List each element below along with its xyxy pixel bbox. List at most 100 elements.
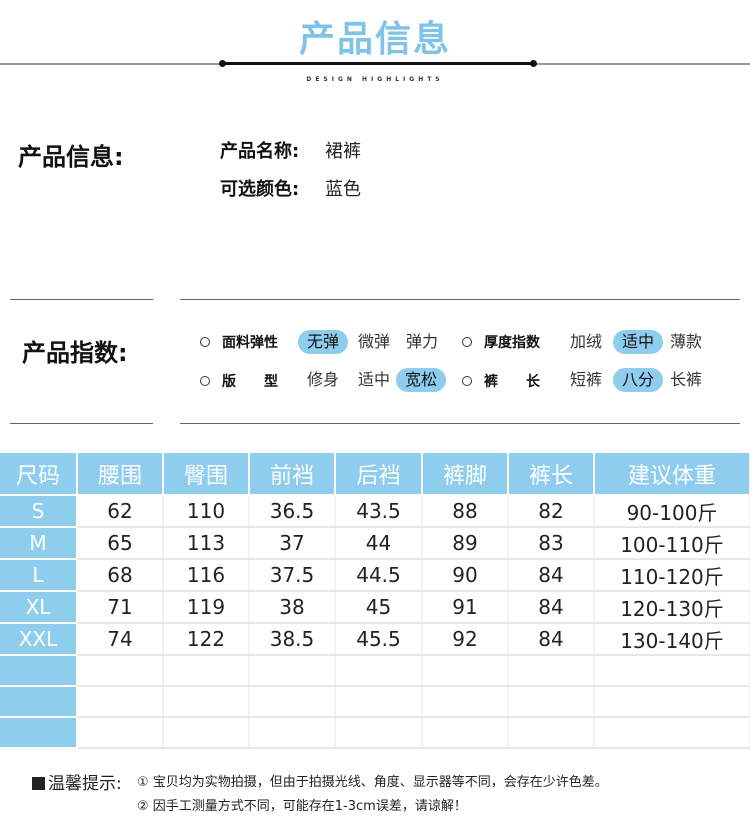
table-header: 建议体重 bbox=[594, 453, 750, 496]
empty-cell bbox=[335, 717, 423, 749]
accent-dot-left bbox=[219, 60, 226, 67]
bullet-icon bbox=[200, 337, 210, 347]
divider-top-right bbox=[180, 299, 740, 300]
empty-cell bbox=[422, 717, 509, 749]
table-cell: 84 bbox=[508, 623, 595, 656]
table-cell: 71 bbox=[77, 591, 164, 624]
empty-cell bbox=[163, 655, 250, 687]
table-cell: 119 bbox=[163, 591, 250, 624]
table-cell: 84 bbox=[508, 591, 595, 624]
bullet-icon bbox=[200, 376, 210, 386]
empty-cell bbox=[508, 717, 595, 749]
table-cell: 68 bbox=[77, 559, 164, 592]
table-cell: 74 bbox=[77, 623, 164, 656]
thickness-option: 适中 bbox=[613, 330, 663, 354]
fabric-elasticity-label: 面料弹性 bbox=[222, 335, 278, 351]
table-cell: 36.5 bbox=[249, 495, 336, 528]
table-header: 后裆 bbox=[335, 453, 423, 496]
table-cell: 45.5 bbox=[335, 623, 423, 656]
pant-length-option: 八分 bbox=[613, 368, 663, 392]
empty-cell bbox=[249, 717, 336, 749]
table-cell: 37.5 bbox=[249, 559, 336, 592]
empty-cell bbox=[594, 717, 750, 749]
empty-cell bbox=[249, 655, 336, 687]
table-cell: 38.5 bbox=[249, 623, 336, 656]
table-header: 臀围 bbox=[163, 453, 250, 496]
pant-length-option: 短裤 bbox=[569, 370, 602, 389]
empty-cell bbox=[335, 655, 423, 687]
empty-table-row bbox=[0, 686, 750, 718]
table-cell: 82 bbox=[508, 495, 595, 528]
fit-label: 版 型 bbox=[222, 374, 278, 390]
divider-bottom-right bbox=[180, 423, 740, 424]
table-cell: 120-130斤 bbox=[594, 591, 750, 624]
table-row: XXL 74 122 38.5 45.5 92 84 130-140斤 bbox=[0, 623, 750, 656]
product-name-value: 裙裤 bbox=[325, 141, 361, 162]
fabric-elasticity-option: 弹力 bbox=[405, 332, 438, 351]
divider-bottom-left bbox=[10, 423, 153, 424]
thickness-option: 薄款 bbox=[669, 332, 702, 351]
table-cell: 130-140斤 bbox=[594, 623, 750, 656]
table-header: 前裆 bbox=[249, 453, 336, 496]
table-row: S 62 110 36.5 43.5 88 82 90-100斤 bbox=[0, 495, 750, 528]
table-cell: 89 bbox=[422, 527, 509, 560]
empty-cell bbox=[594, 686, 750, 718]
table-cell: 116 bbox=[163, 559, 250, 592]
page-subtitle: DESIGN HIGHLIGHTS bbox=[306, 76, 444, 83]
tip-line: ② 因手工测量方式不同，可能存在1-3cm误差，请谅解！ bbox=[137, 799, 467, 814]
table-cell: 38 bbox=[249, 591, 336, 624]
table-cell: 44 bbox=[335, 527, 423, 560]
empty-cell bbox=[594, 655, 750, 687]
bullet-icon bbox=[462, 337, 472, 347]
table-cell: 37 bbox=[249, 527, 336, 560]
empty-size-cell bbox=[0, 686, 78, 718]
size-cell: XL bbox=[0, 591, 78, 624]
tip-line: ① 宝贝均为实物拍摄，但由于拍摄光线、角度、显示器等不同，会存在少许色差。 bbox=[137, 775, 608, 790]
empty-cell bbox=[77, 717, 164, 749]
tips-label: 温馨提示: bbox=[48, 774, 122, 794]
header-accent-rule bbox=[222, 62, 534, 65]
pant-length-label: 裤 长 bbox=[484, 374, 540, 390]
empty-cell bbox=[508, 686, 595, 718]
table-cell: 92 bbox=[422, 623, 509, 656]
pant-length-option: 长裤 bbox=[669, 370, 702, 389]
table-cell: 91 bbox=[422, 591, 509, 624]
color-label: 可选颜色: bbox=[220, 179, 300, 200]
table-cell: 44.5 bbox=[335, 559, 423, 592]
empty-size-cell bbox=[0, 655, 78, 687]
empty-cell bbox=[422, 655, 509, 687]
table-cell: 90-100斤 bbox=[594, 495, 750, 528]
product-name-label: 产品名称: bbox=[220, 141, 300, 162]
empty-cell bbox=[508, 655, 595, 687]
square-icon bbox=[32, 777, 45, 790]
table-cell: 88 bbox=[422, 495, 509, 528]
table-cell: 122 bbox=[163, 623, 250, 656]
divider-top-left bbox=[10, 299, 153, 300]
fit-option: 宽松 bbox=[396, 368, 446, 392]
accent-dot-right bbox=[530, 60, 537, 67]
fabric-elasticity-option: 无弹 bbox=[298, 330, 348, 354]
table-cell: 84 bbox=[508, 559, 595, 592]
fit-option: 修身 bbox=[306, 370, 339, 389]
product-index-heading: 产品指数: bbox=[22, 339, 128, 367]
size-cell: L bbox=[0, 559, 78, 592]
table-cell: 110-120斤 bbox=[594, 559, 750, 592]
table-cell: 113 bbox=[163, 527, 250, 560]
fit-option: 适中 bbox=[357, 370, 390, 389]
empty-cell bbox=[422, 686, 509, 718]
table-cell: 43.5 bbox=[335, 495, 423, 528]
table-cell: 83 bbox=[508, 527, 595, 560]
empty-table-row bbox=[0, 717, 750, 749]
color-value: 蓝色 bbox=[325, 179, 361, 200]
thickness-option: 加绒 bbox=[569, 332, 602, 351]
page-title: 产品信息 bbox=[298, 19, 451, 60]
empty-cell bbox=[249, 686, 336, 718]
empty-cell bbox=[335, 686, 423, 718]
empty-size-cell bbox=[0, 717, 78, 749]
empty-cell bbox=[77, 686, 164, 718]
size-table: 尺码 腰围 臀围 前裆 后裆 裤脚 裤长 建议体重 S 62 110 36.5 … bbox=[0, 453, 750, 749]
thickness-label: 厚度指数 bbox=[484, 335, 540, 351]
size-cell: S bbox=[0, 495, 78, 528]
product-info-heading: 产品信息: bbox=[18, 143, 124, 171]
tips-label-wrap: 温馨提示: bbox=[32, 769, 122, 794]
